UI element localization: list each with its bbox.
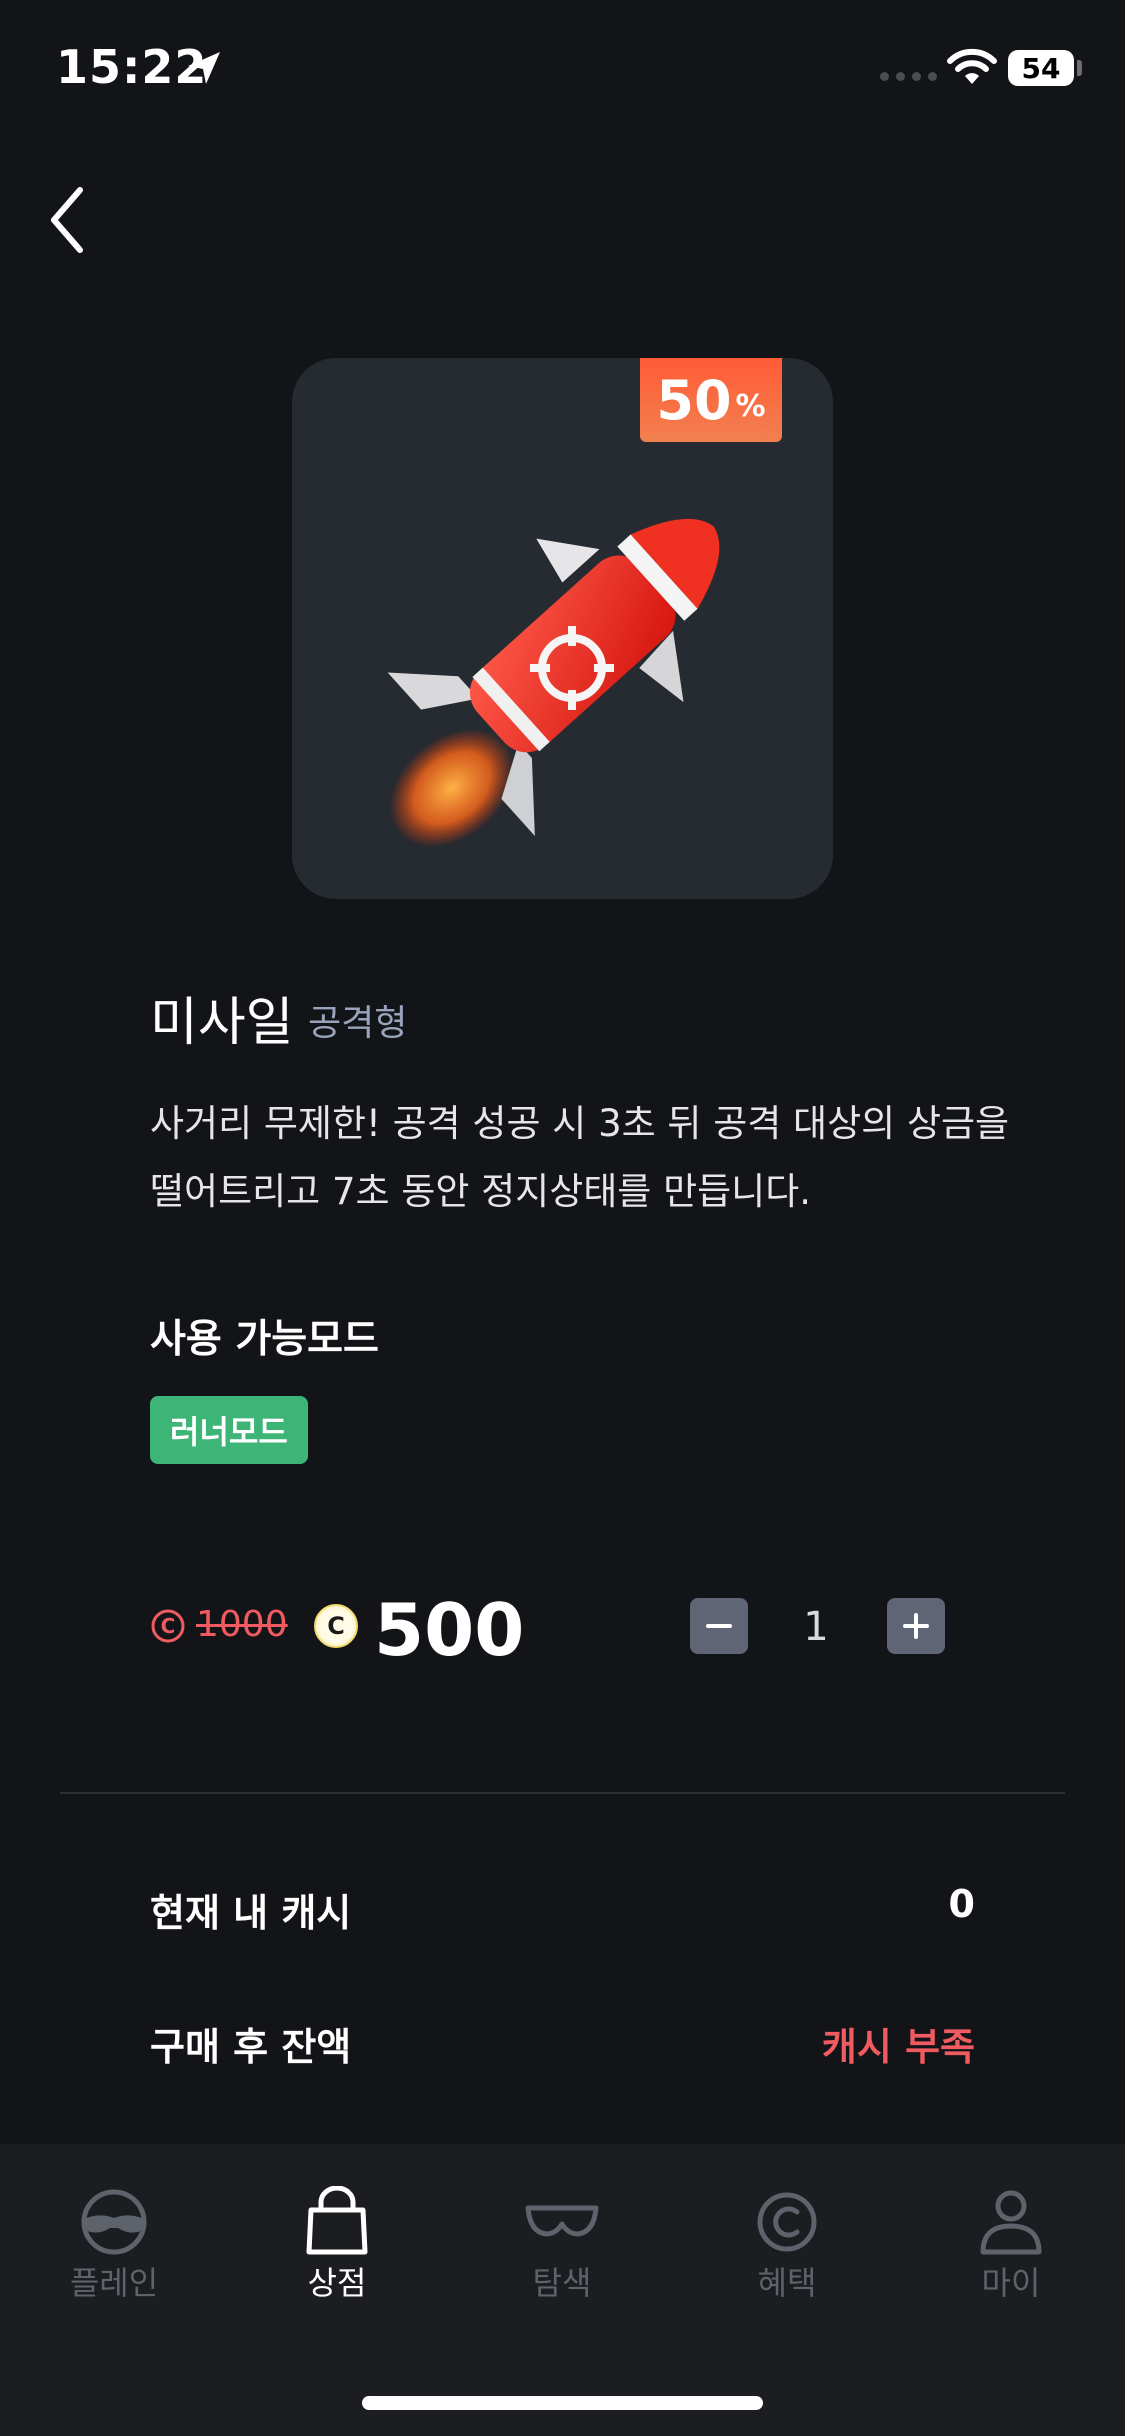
- discount-number: 50: [656, 368, 732, 432]
- nav-item-benefits[interactable]: 혜택: [697, 2186, 877, 2316]
- goggles-icon: [525, 2205, 599, 2237]
- discounted-price: 500: [374, 1588, 525, 1672]
- divider: [60, 1792, 1065, 1794]
- quantity-increase-button[interactable]: [887, 1598, 945, 1654]
- shopping-bag-icon: [306, 2186, 368, 2255]
- battery-icon: 54: [1008, 50, 1074, 86]
- back-button[interactable]: [40, 180, 100, 260]
- nav-label-play: 플레인: [69, 2264, 159, 2302]
- play-face-icon: [81, 2189, 147, 2255]
- coin-symbol: C: [327, 1612, 345, 1640]
- missile-icon: [387, 518, 720, 848]
- home-indicator[interactable]: [362, 2396, 763, 2410]
- nav-label-shop: 상점: [307, 2264, 367, 2302]
- cellular-signal-icon: [880, 72, 937, 81]
- coin-icon: C: [314, 1604, 358, 1648]
- product-description: 사거리 무제한! 공격 성공 시 3초 뒤 공격 대상의 상금을 떨어트리고 7…: [150, 1102, 1010, 1213]
- status-bar: 15:22 54: [0, 0, 1125, 140]
- nav-label-benefits: 혜택: [757, 2264, 817, 2302]
- coin-icon: [757, 2192, 817, 2252]
- nav-item-shop[interactable]: 상점: [247, 2186, 427, 2316]
- plus-icon: [903, 1613, 929, 1639]
- battery-tip: [1077, 60, 1082, 76]
- discount-unit: %: [735, 388, 766, 424]
- minus-icon: [706, 1624, 732, 1628]
- discount-badge: 50 %: [640, 358, 782, 442]
- wifi-icon: [947, 48, 997, 84]
- current-cash-value: 0: [948, 1882, 975, 1926]
- current-cash-label: 현재 내 캐시: [150, 1891, 352, 1935]
- available-modes-title: 사용 가능모드: [150, 1317, 379, 1362]
- balance-after-value: 캐시 부족: [821, 2025, 975, 2069]
- location-arrow-icon: [188, 52, 220, 84]
- nav-label-my: 마이: [981, 2264, 1041, 2302]
- mode-tag: 러너모드: [150, 1396, 308, 1464]
- balance-after-label: 구매 후 잔액: [150, 2025, 352, 2069]
- coin-symbol: C: [161, 1614, 176, 1638]
- product-name: 미사일: [150, 993, 294, 1053]
- quantity-decrease-button[interactable]: [690, 1598, 748, 1654]
- bottom-navigation: 플레인 상점 탐색 혜택 마이: [0, 2144, 1125, 2436]
- product-image-card: 50 %: [292, 358, 833, 899]
- nav-item-my[interactable]: 마이: [921, 2186, 1101, 2316]
- nav-item-play[interactable]: 플레인: [24, 2186, 204, 2316]
- nav-item-explore[interactable]: 탐색: [472, 2186, 652, 2316]
- nav-label-explore: 탐색: [532, 2264, 592, 2302]
- quantity-value: 1: [803, 1604, 829, 1650]
- original-price: 1000: [196, 1604, 288, 1645]
- person-icon: [980, 2190, 1042, 2255]
- product-type: 공격형: [308, 1003, 408, 1044]
- coin-icon: C: [151, 1609, 185, 1643]
